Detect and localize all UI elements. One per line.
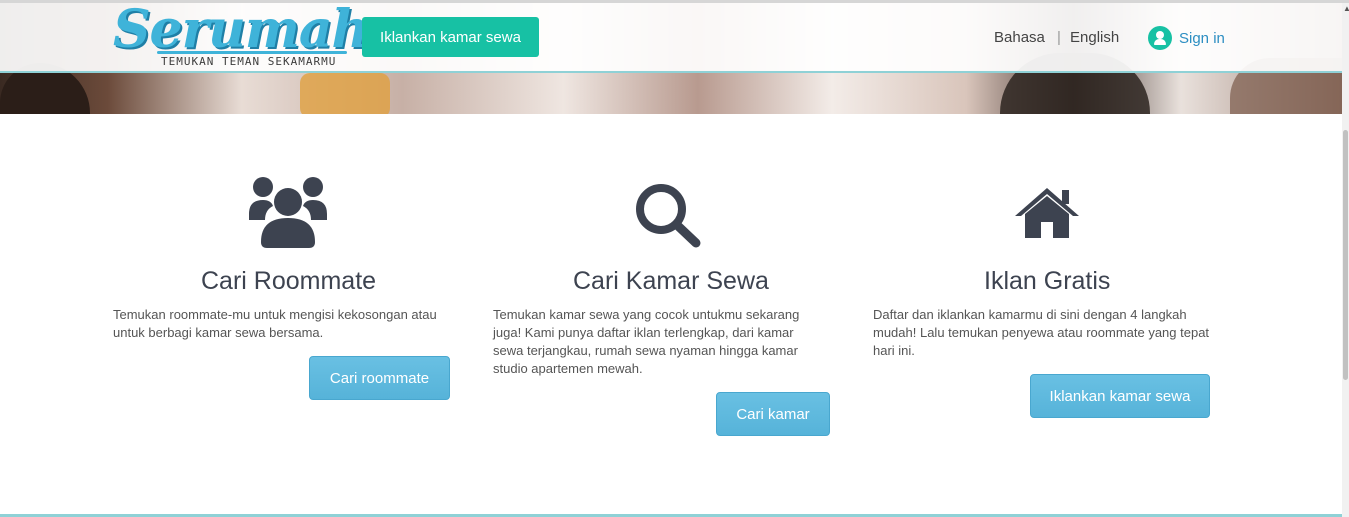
users-group-icon bbox=[249, 177, 327, 248]
language-english-link[interactable]: English bbox=[1070, 29, 1119, 46]
advertise-room-free-button[interactable]: Iklankan kamar sewa bbox=[1030, 374, 1210, 418]
advertise-room-button[interactable]: Iklankan kamar sewa bbox=[362, 17, 539, 57]
feature-title: Cari Kamar Sewa bbox=[573, 267, 769, 295]
find-room-button[interactable]: Cari kamar bbox=[716, 392, 830, 436]
site-logo[interactable]: Serumah TEMUKAN TEMAN SEKAMARMU bbox=[113, 0, 369, 71]
search-icon bbox=[636, 184, 701, 248]
house-icon bbox=[1015, 188, 1079, 238]
feature-description: Temukan roommate-mu untuk mengisi kekoso… bbox=[113, 307, 437, 340]
sign-in-link[interactable]: Sign in bbox=[1148, 26, 1225, 50]
language-bahasa-link[interactable]: Bahasa bbox=[994, 29, 1045, 46]
user-icon bbox=[1148, 26, 1172, 50]
feature-description: Daftar dan iklankan kamarmu di sini deng… bbox=[873, 307, 1210, 358]
logo-underline bbox=[157, 51, 347, 54]
page-scrollbar-thumb[interactable] bbox=[1343, 130, 1348, 380]
site-header: Serumah TEMUKAN TEMAN SEKAMARMU Iklankan… bbox=[0, 0, 1342, 73]
feature-title: Cari Roommate bbox=[201, 267, 377, 295]
find-roommate-button[interactable]: Cari roommate bbox=[309, 356, 450, 400]
feature-title: Iklan Gratis bbox=[984, 267, 1111, 295]
scroll-up-arrow-icon[interactable]: ▲ bbox=[1343, 4, 1349, 13]
sign-in-label: Sign in bbox=[1179, 29, 1225, 47]
language-separator: | bbox=[1057, 29, 1061, 46]
logo-tagline: TEMUKAN TEMAN SEKAMARMU bbox=[161, 55, 337, 68]
feature-description: Temukan kamar sewa yang cocok untukmu se… bbox=[493, 307, 800, 376]
